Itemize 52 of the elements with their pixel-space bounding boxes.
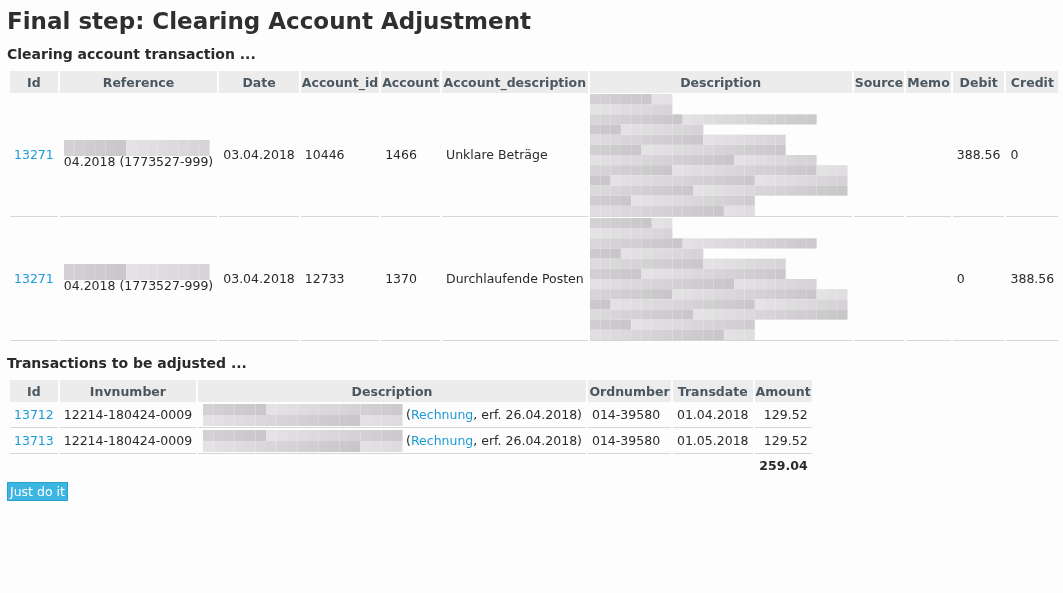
table-cell: 1370	[385, 271, 417, 286]
column-header: Description	[589, 71, 852, 93]
invoice-link[interactable]: Rechnung	[411, 407, 474, 422]
column-header: Memo	[906, 71, 951, 93]
description-text: (Rechnung, erf. 26.04.2018)	[406, 407, 582, 422]
column-header: Account	[381, 71, 440, 93]
column-header: Credit	[1006, 71, 1059, 93]
invoice-link[interactable]: Rechnung	[411, 433, 474, 448]
submit-button[interactable]: Just do it	[7, 482, 68, 501]
column-header: Invnumber	[59, 380, 197, 402]
column-header: Source	[853, 71, 905, 93]
table-cell: 0	[1010, 147, 1019, 162]
section-heading: Clearing account transaction ...	[7, 46, 257, 62]
column-header: Debit	[952, 71, 1005, 93]
column-header: Date	[219, 71, 299, 93]
table-cell: 388.56	[1010, 271, 1055, 286]
id-link[interactable]: 13712	[14, 407, 54, 422]
column-header: Id	[10, 380, 58, 402]
column-header: Reference	[59, 71, 218, 93]
table-cell: 388.56	[956, 147, 1001, 162]
table-cell: 014-39580	[591, 433, 661, 448]
table-cell: Durchlaufende Posten	[446, 271, 584, 286]
table-cell: 10446	[304, 147, 345, 162]
description-text: (Rechnung, erf. 26.04.2018)	[406, 433, 582, 448]
table-cell: 12214-180424-0009	[63, 407, 193, 422]
table-cell: 1466	[385, 147, 417, 162]
table-cell: 04.2018 (1773527-999)	[63, 154, 214, 169]
id-link[interactable]: 13271	[14, 271, 54, 286]
table-cell: 01.04.2018	[676, 407, 749, 422]
column-header: Id	[10, 71, 58, 93]
column-header: Account_description	[442, 71, 588, 93]
table-cell: 04.2018 (1773527-999)	[63, 278, 214, 293]
table-cell: 129.52	[763, 433, 808, 448]
column-header: Transdate	[672, 380, 753, 402]
table-cell: 0	[956, 271, 965, 286]
column-header: Description	[198, 380, 586, 402]
table-cell: 03.04.2018	[223, 271, 295, 286]
column-header: Amount	[754, 380, 812, 402]
table-cell: 03.04.2018	[223, 147, 295, 162]
table-cell: 12214-180424-0009	[63, 433, 193, 448]
page-title: Final step: Clearing Account Adjustment	[7, 8, 533, 34]
table-cell: 129.52	[763, 407, 808, 422]
column-header: Account_id	[300, 71, 380, 93]
table-cell: 014-39580	[591, 407, 661, 422]
section-heading: Transactions to be adjusted ...	[7, 355, 248, 371]
id-link[interactable]: 13271	[14, 147, 54, 162]
table-cell: 01.05.2018	[676, 433, 749, 448]
total-amount: 259.04	[759, 457, 808, 473]
table-cell: Unklare Beträge	[446, 147, 548, 162]
column-header: Ordnumber	[587, 380, 671, 402]
id-link[interactable]: 13713	[14, 433, 54, 448]
table-cell: 12733	[304, 271, 345, 286]
